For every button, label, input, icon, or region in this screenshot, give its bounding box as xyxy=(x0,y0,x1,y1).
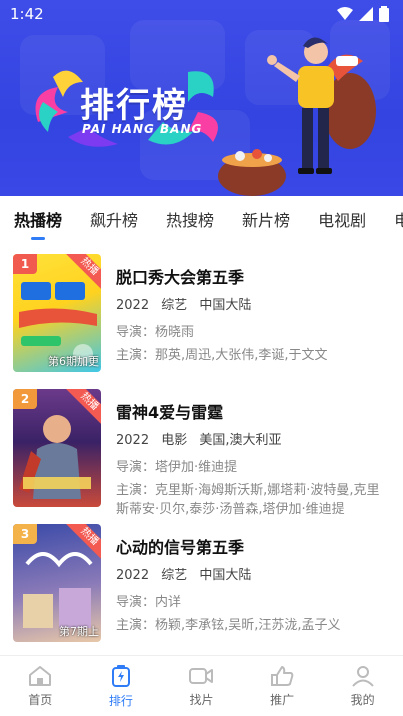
item-meta: 2022 综艺 中国大陆 xyxy=(116,564,391,583)
episode-label: 第7期上 xyxy=(59,625,99,638)
item-director: 导演：杨晓雨 xyxy=(116,325,195,340)
battery-icon xyxy=(379,6,389,22)
item-cast: 主演：那英,周迅,大张伟,李诞,于文文 xyxy=(116,348,328,363)
nav-ranking[interactable]: 排行 xyxy=(81,656,162,716)
ranking-screen: 1:42 排行榜 PAI HANG BANG 热播榜 飙升榜 热搜榜 新片榜 电… xyxy=(0,0,403,716)
poster-image[interactable]: 2 热播 xyxy=(13,389,101,507)
status-time: 1:42 xyxy=(10,5,44,23)
item-title[interactable]: 雷神4爱与雷霆 xyxy=(116,399,391,423)
ranking-banner: 1:42 排行榜 PAI HANG BANG xyxy=(0,0,403,196)
item-region: 中国大陆 xyxy=(199,298,252,313)
signal-icon xyxy=(359,7,373,21)
poster-image[interactable]: 1 热播 第6期加更 xyxy=(13,254,101,372)
home-icon xyxy=(29,665,52,686)
tab-movie[interactable]: 电影 xyxy=(394,207,403,231)
banner-title: 排行榜 xyxy=(80,86,188,126)
tab-rising[interactable]: 飙升榜 xyxy=(90,207,138,231)
list-item[interactable]: 1 热播 第6期加更 脱口秀大会第五季 2022 综艺 中国大陆 导演：杨晓雨 … xyxy=(0,254,403,379)
item-title[interactable]: 脱口秀大会第五季 xyxy=(116,264,391,288)
tab-hot-search[interactable]: 热搜榜 xyxy=(166,207,214,231)
item-cast: 主演：克里斯·海姆斯沃斯,娜塔莉·波特曼,克里斯蒂安·贝尔,泰莎·汤普森,塔伊加… xyxy=(116,483,380,517)
episode-label: 第6期加更 xyxy=(48,355,99,368)
user-icon xyxy=(351,665,374,687)
video-icon xyxy=(189,667,214,684)
item-info: 脱口秀大会第五季 2022 综艺 中国大陆 导演：杨晓雨 主演：那英,周迅,大张… xyxy=(116,264,391,369)
rank-badge: 2 xyxy=(13,389,37,409)
nav-home-label: 首页 xyxy=(28,692,53,707)
item-info: 雷神4爱与雷霆 2022 电影 美国,澳大利亚 导演：塔伊加·维迪提 主演：克里… xyxy=(116,399,391,523)
thumbs-up-icon xyxy=(271,665,294,686)
ranking-icon xyxy=(111,664,130,687)
rank-badge: 3 xyxy=(13,524,37,544)
item-genre: 综艺 xyxy=(161,568,188,583)
ranking-list: 1 热播 第6期加更 脱口秀大会第五季 2022 综艺 中国大陆 导演：杨晓雨 … xyxy=(0,242,403,654)
item-director: 导演：内详 xyxy=(116,595,182,610)
ranking-tabs: 热播榜 飙升榜 热搜榜 新片榜 电视剧 电影 xyxy=(0,196,403,242)
nav-promote[interactable]: 推广 xyxy=(242,656,323,716)
item-director: 导演：塔伊加·维迪提 xyxy=(116,460,238,475)
tab-hot-play[interactable]: 热播榜 xyxy=(14,207,62,231)
item-year: 2022 xyxy=(116,433,150,448)
item-meta: 2022 电影 美国,澳大利亚 xyxy=(116,429,391,448)
rank-badge: 1 xyxy=(13,254,37,274)
nav-find-video[interactable]: 找片 xyxy=(161,656,242,716)
nav-profile[interactable]: 我的 xyxy=(322,656,403,716)
nav-profile-label: 我的 xyxy=(350,692,375,707)
list-item[interactable]: 2 热播 雷神4爱与雷霆 2022 电影 美国,澳大利亚 导演：塔伊加·维迪提 … xyxy=(0,389,403,517)
item-genre: 综艺 xyxy=(161,298,188,313)
status-bar: 1:42 xyxy=(0,0,403,28)
item-year: 2022 xyxy=(116,568,150,583)
pot-illustration xyxy=(218,149,286,196)
nav-promote-label: 推广 xyxy=(270,692,295,707)
item-title[interactable]: 心动的信号第五季 xyxy=(116,534,391,558)
item-meta: 2022 综艺 中国大陆 xyxy=(116,294,391,313)
nav-ranking-label: 排行 xyxy=(108,693,133,708)
item-info: 心动的信号第五季 2022 综艺 中国大陆 导演：内详 主演：杨颖,李承铉,吴昕… xyxy=(116,534,391,639)
item-region: 美国,澳大利亚 xyxy=(199,433,282,448)
nav-home[interactable]: 首页 xyxy=(0,656,81,716)
item-cast: 主演：杨颖,李承铉,吴昕,汪苏泷,孟子义 xyxy=(116,618,341,633)
tab-tv-series[interactable]: 电视剧 xyxy=(318,207,366,231)
item-genre: 电影 xyxy=(161,433,188,448)
nav-find-video-label: 找片 xyxy=(189,692,214,707)
list-item[interactable]: 3 热播 第7期上 心动的信号第五季 2022 综艺 中国大陆 导演：内详 主演… xyxy=(0,524,403,649)
item-year: 2022 xyxy=(116,298,150,313)
banner-subtitle: PAI HANG BANG xyxy=(82,122,203,136)
bottom-navigation: 首页 排行 找片 推广 我的 xyxy=(0,655,403,716)
item-region: 中国大陆 xyxy=(199,568,252,583)
tab-new-release[interactable]: 新片榜 xyxy=(242,207,290,231)
poster-image[interactable]: 3 热播 第7期上 xyxy=(13,524,101,642)
wifi-icon xyxy=(337,7,353,20)
